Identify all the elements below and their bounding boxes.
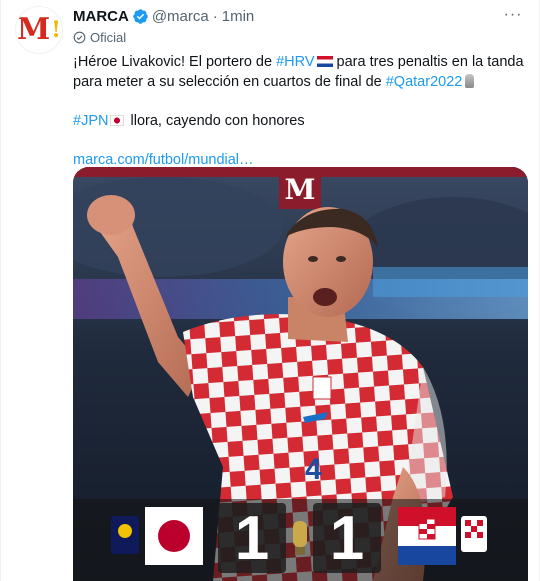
verified-badge-icon xyxy=(133,8,148,24)
tweet-media-image[interactable]: M 4 1 1 xyxy=(73,167,528,581)
official-label: Oficial xyxy=(90,29,127,45)
marca-watermark-letter: M xyxy=(285,173,316,206)
marca-logo-mark: ! xyxy=(51,17,61,43)
hashtag-hrv[interactable]: #HRV xyxy=(276,54,314,70)
article-link[interactable]: marca.com/futbol/mundial… xyxy=(73,152,254,168)
jersey-number: 4 xyxy=(305,453,322,486)
match-photo: M 4 xyxy=(73,167,528,581)
score-home: 1 xyxy=(234,504,270,573)
more-options-icon[interactable]: ··· xyxy=(501,6,525,24)
tweet-text-line1-prefix: ¡Héroe Livakovic! El portero de xyxy=(73,54,277,70)
tweet-card[interactable]: M! MARCA @marca · 1min ··· Oficial ¡Héro… xyxy=(0,0,540,581)
japan-flag-icon xyxy=(110,115,125,126)
tweet-header: MARCA @marca · 1min xyxy=(73,6,254,26)
hashtag-qatar2022[interactable]: #Qatar2022 xyxy=(386,74,463,90)
author-name[interactable]: MARCA xyxy=(73,8,129,25)
timestamp[interactable]: 1min xyxy=(222,8,255,25)
tweet-text-line2-suffix: llora, cayendo con honores xyxy=(126,113,305,129)
score-away: 1 xyxy=(329,504,365,573)
tweet-text: ¡Héroe Livakovic! El portero de #HRV par… xyxy=(73,52,533,170)
official-check-icon xyxy=(73,31,86,43)
croatia-flag-icon xyxy=(316,56,333,67)
trophy-icon xyxy=(465,74,475,88)
avatar[interactable]: M! xyxy=(15,6,63,54)
separator-dot: · xyxy=(212,7,218,25)
official-label-row: Oficial xyxy=(73,29,126,45)
marca-logo-letter: M xyxy=(17,12,51,47)
author-handle[interactable]: @marca xyxy=(152,8,209,25)
hashtag-jpn[interactable]: #JPN xyxy=(73,113,108,129)
